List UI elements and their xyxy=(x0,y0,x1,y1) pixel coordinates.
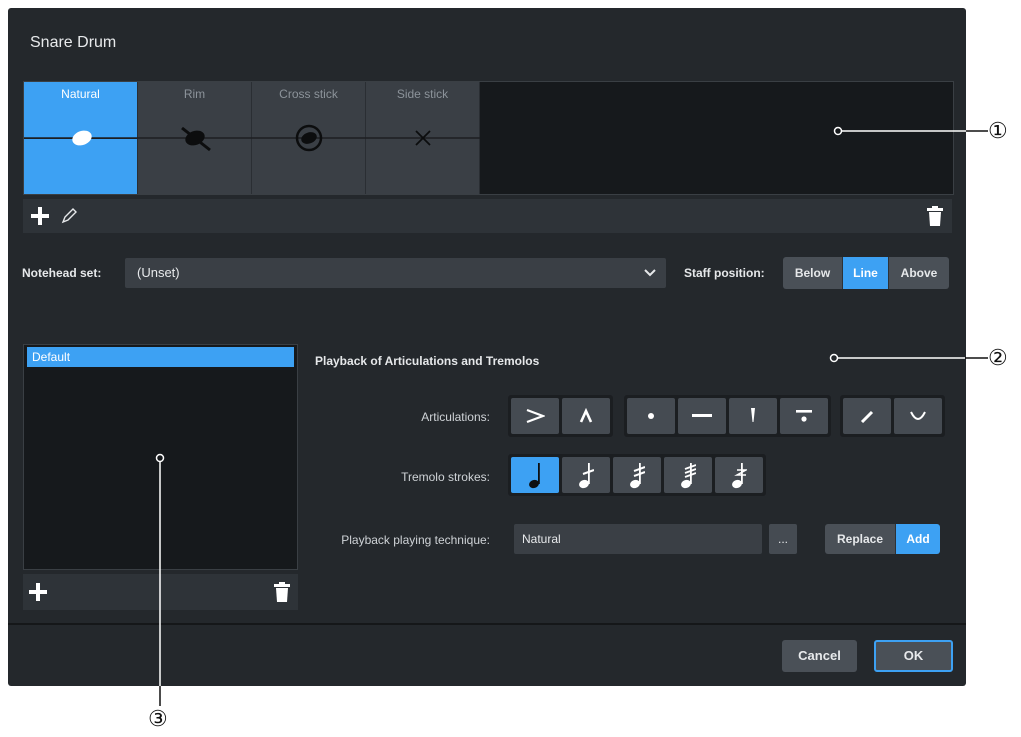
callout-1: ① xyxy=(988,118,1008,143)
callout-2: ② xyxy=(988,345,1008,370)
callout-lines xyxy=(155,126,988,706)
callout-3: ③ xyxy=(148,706,168,731)
